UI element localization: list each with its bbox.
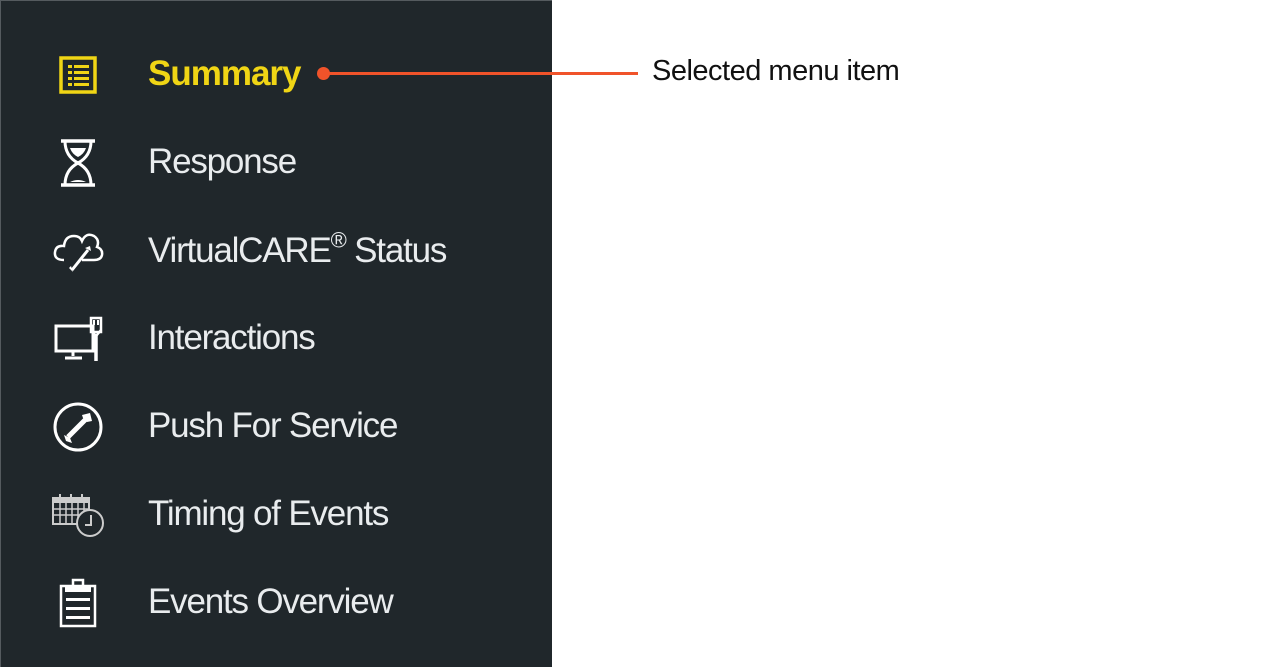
callout-label: Selected menu item: [652, 55, 900, 87]
cloud-wrench-icon: [51, 224, 105, 278]
sidebar-item-events-overview[interactable]: Events Overview: [1, 573, 553, 633]
wrench-circle-icon: [51, 400, 105, 454]
sidebar-item-label: Response: [148, 142, 297, 182]
monitor-cable-icon: [51, 312, 105, 366]
clipboard-icon: [51, 576, 105, 630]
sidebar-item-label: Interactions: [148, 318, 316, 358]
sidebar-item-label: VirtualCARE® Status: [148, 227, 447, 270]
calendar-clock-icon: [51, 488, 105, 542]
sidebar-item-virtualcare-status[interactable]: VirtualCARE® Status: [1, 221, 553, 281]
sidebar-item-push-for-service[interactable]: Push For Service: [1, 397, 553, 457]
sidebar-item-interactions[interactable]: Interactions: [1, 309, 553, 369]
sidebar-item-timing-of-events[interactable]: Timing of Events: [1, 485, 553, 545]
sidebar-item-label: Timing of Events: [148, 494, 389, 534]
hourglass-icon: [51, 136, 105, 190]
sidebar-item-label: Summary: [148, 54, 302, 94]
sidebar-menu: Summary Response VirtualCARE® Status Int…: [0, 0, 552, 667]
summary-list-icon: [51, 48, 105, 102]
sidebar-item-label: Push For Service: [148, 406, 398, 446]
sidebar-item-label: Events Overview: [148, 582, 394, 622]
sidebar-item-summary[interactable]: Summary: [1, 45, 553, 105]
sidebar-item-response[interactable]: Response: [1, 133, 553, 193]
callout-pointer-line: [323, 72, 638, 75]
